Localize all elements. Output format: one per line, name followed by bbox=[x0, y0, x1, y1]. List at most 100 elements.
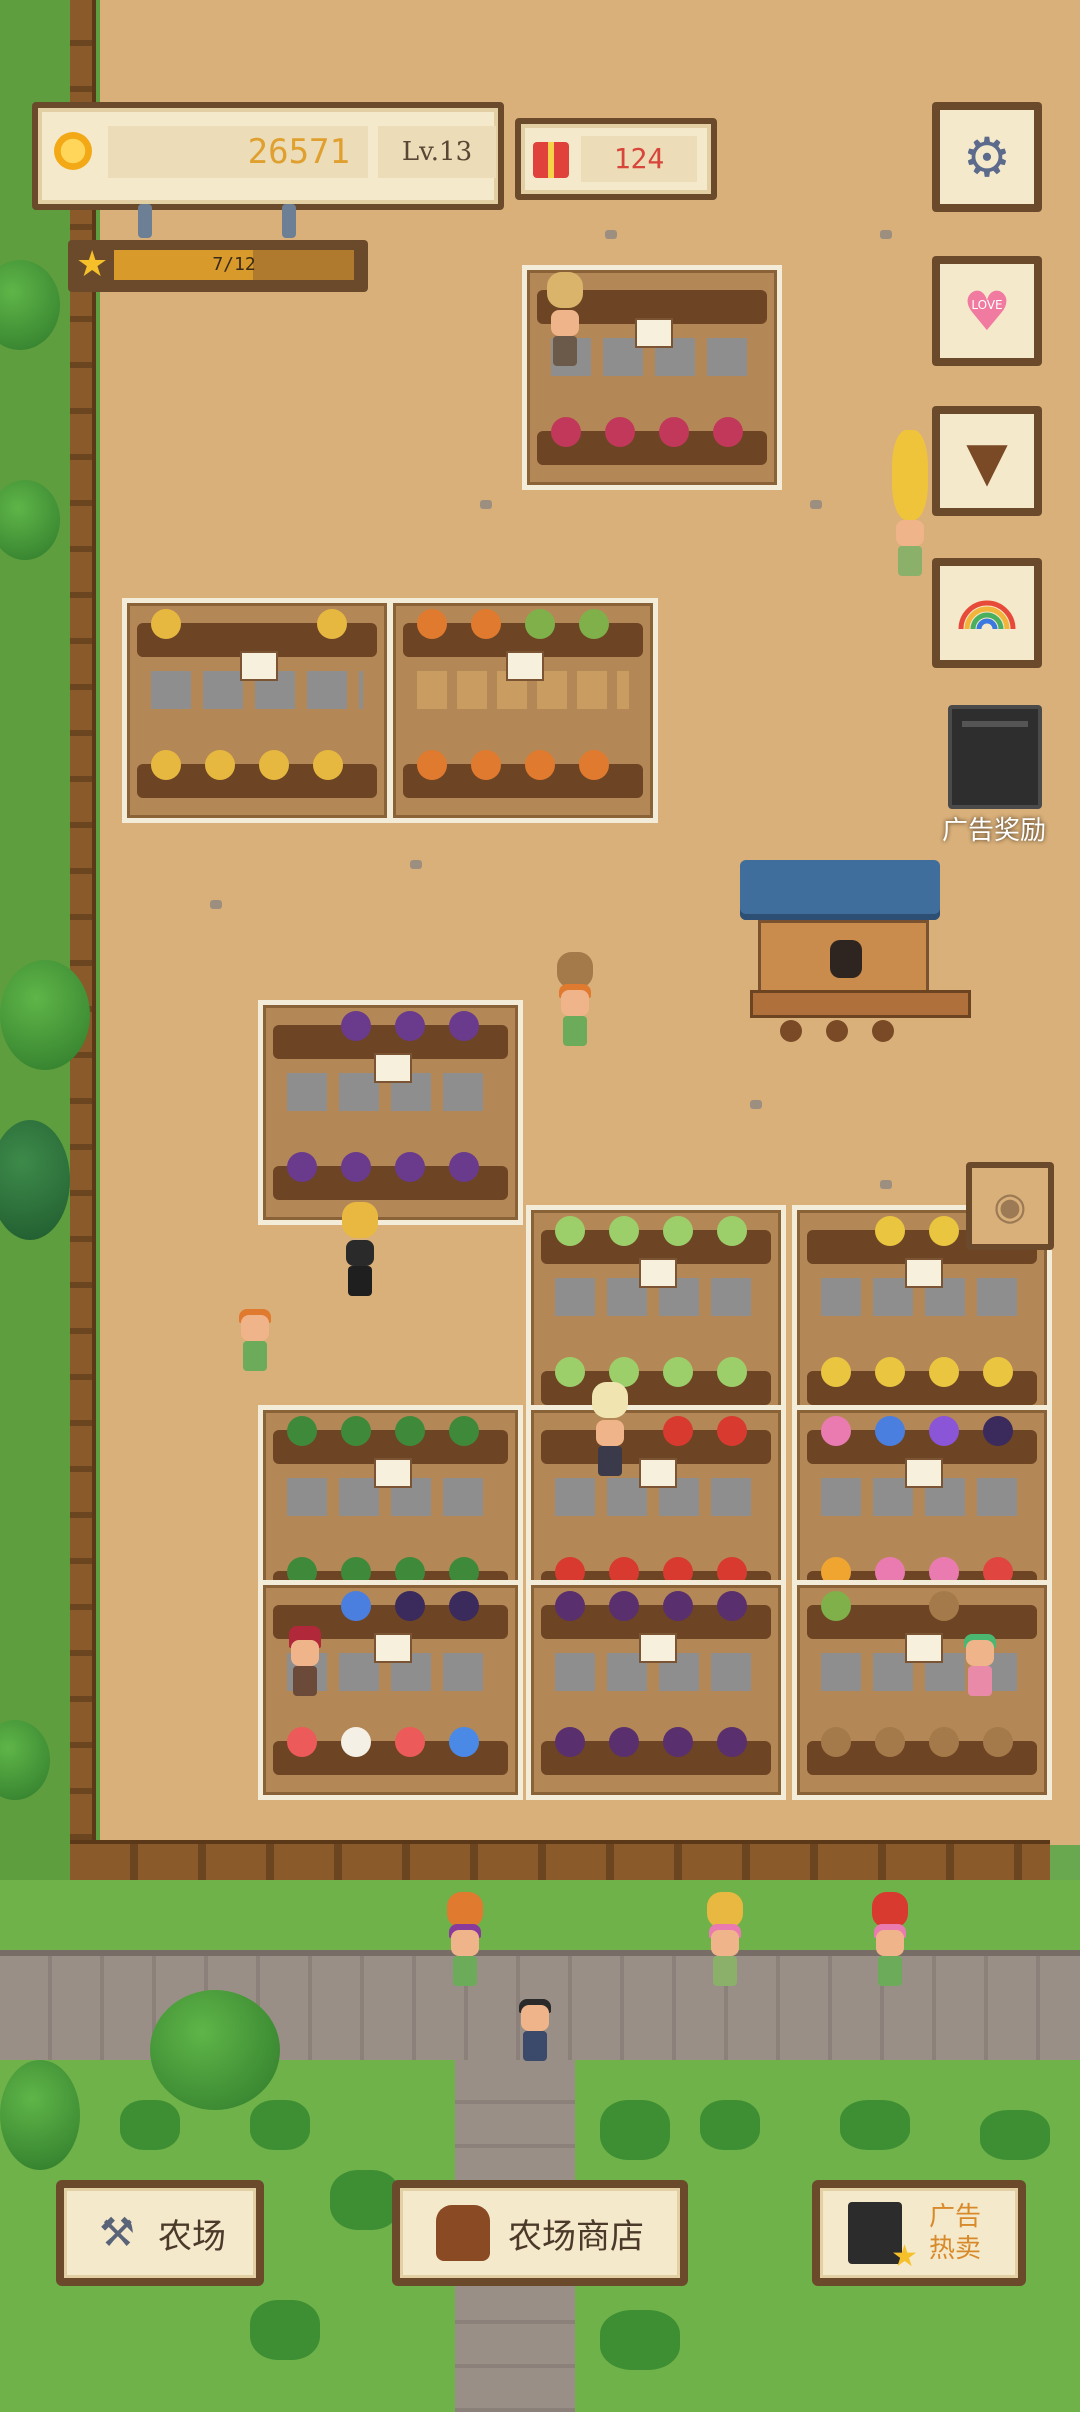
carrot-crop bbox=[417, 750, 447, 780]
tree bbox=[0, 960, 90, 1070]
potato-crop bbox=[875, 1727, 905, 1757]
tavern-keeper[interactable] bbox=[830, 940, 862, 978]
wheat-crop bbox=[313, 750, 343, 780]
eggplant-crop bbox=[341, 1152, 371, 1182]
plot-sign[interactable] bbox=[639, 1633, 677, 1663]
plot-sign[interactable] bbox=[506, 651, 544, 681]
tulip-flower bbox=[875, 1416, 905, 1446]
plot-sign[interactable] bbox=[240, 651, 278, 681]
farm-button[interactable]: ⚒ 农场 bbox=[56, 2180, 264, 2286]
villager[interactable] bbox=[890, 430, 930, 590]
bush bbox=[250, 2300, 320, 2360]
pebble bbox=[605, 230, 617, 239]
radish-crop bbox=[605, 417, 635, 447]
villager[interactable] bbox=[960, 1634, 1000, 1710]
crop-plot-wheat[interactable] bbox=[122, 598, 392, 823]
villager[interactable] bbox=[340, 1202, 380, 1310]
villager[interactable] bbox=[515, 1999, 555, 2075]
tree bbox=[0, 2060, 80, 2170]
pebble bbox=[880, 1180, 892, 1189]
ad-reward-icon[interactable] bbox=[948, 705, 1042, 809]
wheat-crop bbox=[151, 609, 181, 639]
flower-crop bbox=[395, 1591, 425, 1621]
flower-crop bbox=[341, 1591, 371, 1621]
grass-strip bbox=[0, 1880, 1080, 1950]
flower-crop bbox=[287, 1727, 317, 1757]
corn-crop bbox=[875, 1216, 905, 1246]
player-level: Lv.13 bbox=[378, 126, 496, 178]
rainbow-button[interactable] bbox=[932, 558, 1042, 668]
gift-panel[interactable]: 124 bbox=[515, 118, 717, 200]
pebble bbox=[750, 1100, 762, 1109]
bush bbox=[600, 2310, 680, 2370]
villager[interactable] bbox=[555, 952, 595, 1060]
gift-count: 124 bbox=[581, 136, 697, 182]
villager-body bbox=[878, 1956, 902, 1986]
corn-crop bbox=[929, 1357, 959, 1387]
plot-sign[interactable] bbox=[905, 1633, 943, 1663]
plot-sign[interactable] bbox=[373, 1633, 412, 1663]
villager[interactable] bbox=[445, 1892, 485, 2000]
stool bbox=[780, 1020, 802, 1042]
ad-reward-label[interactable]: 广告奖励 bbox=[920, 810, 1068, 847]
radish-crop bbox=[659, 417, 689, 447]
villager-body bbox=[598, 1446, 622, 1476]
love-button[interactable]: ♥ LOVE bbox=[932, 256, 1042, 366]
villager[interactable] bbox=[545, 272, 585, 380]
villager[interactable] bbox=[285, 1626, 325, 1710]
radish-crop bbox=[551, 417, 581, 447]
settings-button[interactable]: ⚙ bbox=[932, 102, 1042, 212]
gear-icon: ⚙ bbox=[940, 110, 1034, 204]
crop-plot-eggplant[interactable] bbox=[258, 1000, 523, 1225]
pebble bbox=[480, 500, 492, 509]
ice-cream-icon: ▼ bbox=[940, 414, 1034, 508]
view-toggle-button[interactable]: ◉ bbox=[966, 1162, 1054, 1250]
ice-cream-button[interactable]: ▼ bbox=[932, 406, 1042, 516]
radish-crop bbox=[713, 417, 743, 447]
flower-crop bbox=[449, 1727, 479, 1757]
crop-plot-potato[interactable] bbox=[792, 1580, 1052, 1800]
villager[interactable] bbox=[870, 1892, 910, 2000]
game-stage[interactable]: 26571 Lv.13 124 ★ 7/12 ⚙ ♥ LOVE ▼ 广告奖励 ◉… bbox=[0, 0, 1080, 2412]
villager-body bbox=[348, 1266, 372, 1296]
rainbow-icon bbox=[940, 566, 1034, 660]
crop-plot-carrot[interactable] bbox=[388, 598, 658, 823]
eggplant-crop bbox=[449, 1152, 479, 1182]
watermelon-crop bbox=[341, 1416, 371, 1446]
plot-sign[interactable] bbox=[635, 318, 673, 348]
crop-row bbox=[807, 1357, 1037, 1405]
villager[interactable] bbox=[590, 1382, 630, 1490]
grain-bundle bbox=[547, 272, 583, 308]
shop-bag-icon bbox=[436, 2205, 490, 2261]
villager-head bbox=[896, 520, 924, 546]
tavern-counter bbox=[750, 990, 971, 1018]
tomato-basket bbox=[872, 1892, 908, 1928]
plot-sign[interactable] bbox=[905, 1258, 943, 1288]
crop-plot-beet[interactable] bbox=[526, 1580, 786, 1800]
villager-head bbox=[451, 1930, 479, 1956]
tavern-roof bbox=[740, 860, 940, 920]
stool bbox=[872, 1020, 894, 1042]
watermelon-crop bbox=[287, 1416, 317, 1446]
crop-plot-cabbage[interactable] bbox=[526, 1205, 786, 1430]
villager-body bbox=[293, 1666, 317, 1696]
wheat-crop bbox=[259, 750, 289, 780]
plot-sign[interactable] bbox=[905, 1458, 943, 1488]
plot-sign[interactable] bbox=[639, 1458, 677, 1488]
ad-sale-button[interactable]: 广告 热卖 bbox=[812, 2180, 1026, 2286]
villager[interactable] bbox=[235, 1309, 275, 1385]
farm-shop-button[interactable]: 农场商店 bbox=[392, 2180, 688, 2286]
plot-sign[interactable] bbox=[639, 1258, 677, 1288]
rabbit-pet bbox=[592, 1382, 628, 1418]
tavern-stall[interactable] bbox=[740, 860, 971, 1060]
crop-row bbox=[541, 1357, 771, 1405]
beet-crop bbox=[609, 1591, 639, 1621]
beet-crop bbox=[663, 1591, 693, 1621]
crop-row bbox=[541, 1727, 771, 1775]
plot-sign[interactable] bbox=[373, 1053, 412, 1083]
bush bbox=[250, 2100, 310, 2150]
villager-body bbox=[523, 2031, 547, 2061]
villager[interactable] bbox=[705, 1892, 745, 2000]
plot-sign[interactable] bbox=[373, 1458, 412, 1488]
bush bbox=[600, 2100, 670, 2160]
